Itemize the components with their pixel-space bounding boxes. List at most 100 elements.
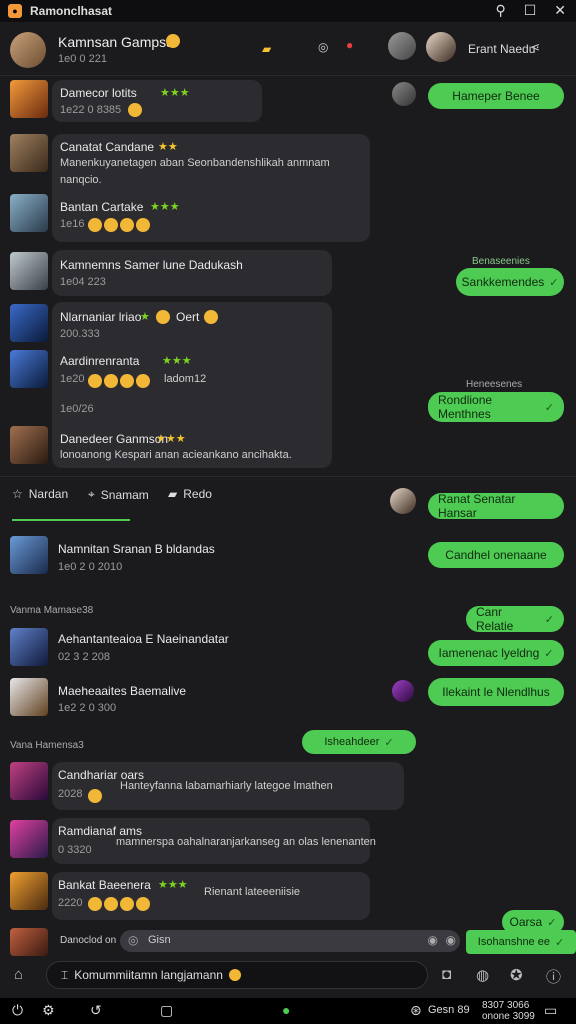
reply-bubble[interactable]: Candhel onenaane bbox=[428, 542, 564, 568]
camera-icon[interactable]: ◘ bbox=[442, 966, 451, 983]
message-text: Manenkuyanetagen aban Seonbandenshlikah … bbox=[60, 157, 330, 169]
sender-avatar[interactable] bbox=[10, 628, 48, 666]
sender-avatar[interactable] bbox=[10, 252, 48, 290]
reply-avatar[interactable] bbox=[392, 680, 414, 702]
message-composer[interactable]: ⌶ Komummiitamn langjamann bbox=[46, 961, 428, 989]
pin-icon[interactable]: ⚲ bbox=[495, 2, 505, 19]
reply-bubble[interactable]: Ranat Senatar Hansar bbox=[428, 492, 564, 520]
mic-icon[interactable]: ◉ bbox=[446, 933, 456, 947]
reply-bubble[interactable]: Sankkemendes ✓ bbox=[456, 268, 564, 296]
reply-bubble[interactable]: Isheahdeer ✓ bbox=[302, 730, 416, 754]
tab-snamam[interactable]: ⌖ Snamam bbox=[88, 487, 149, 502]
wifi-icon: ⊛ bbox=[410, 1002, 422, 1018]
reply-avatar[interactable] bbox=[390, 488, 416, 514]
section-label: Vana Hamensa3 bbox=[10, 740, 84, 751]
close-icon[interactable]: ✕ bbox=[554, 2, 566, 19]
star-icon: ★ bbox=[140, 311, 150, 323]
power-icon[interactable]: ⏻ bbox=[12, 1002, 23, 1019]
sender-avatar[interactable] bbox=[10, 194, 48, 232]
emoji-icon bbox=[166, 34, 180, 48]
composer-text: Komummiitamn langjamann bbox=[74, 968, 223, 982]
attach-icon[interactable]: ◉ bbox=[428, 933, 438, 947]
star-icon[interactable]: ✪ bbox=[510, 966, 523, 984]
emoji-row bbox=[88, 895, 152, 913]
sender-avatar[interactable] bbox=[10, 304, 48, 342]
reply-bubble[interactable]: Hameper Benee bbox=[428, 83, 564, 109]
check-icon: ✓ bbox=[549, 276, 559, 289]
message-text: Rienant lateeeniisie bbox=[204, 886, 301, 898]
sender-name: Aehantanteaioa E Naeinandatar bbox=[58, 632, 229, 646]
peer-avatar-2[interactable] bbox=[426, 32, 456, 62]
reply-avatar[interactable] bbox=[392, 82, 416, 106]
window-title: Ramonclhasat bbox=[30, 4, 113, 18]
notification-icon[interactable]: ● bbox=[346, 38, 353, 52]
sender-avatar[interactable] bbox=[10, 678, 48, 716]
info-icon[interactable]: ⓘ bbox=[546, 966, 561, 987]
sender-avatar[interactable] bbox=[10, 426, 48, 464]
reply-text: Sankkemendes bbox=[461, 275, 545, 289]
app-icon: ● bbox=[8, 4, 22, 18]
reply-text: Ilekaint le Nlendlhus bbox=[442, 685, 550, 699]
sender-avatar[interactable] bbox=[10, 350, 48, 388]
peer-avatar-1[interactable] bbox=[388, 32, 416, 60]
emoji-icon bbox=[228, 969, 241, 981]
sender-avatar[interactable] bbox=[10, 134, 48, 172]
star-icon: ★★★ bbox=[150, 201, 180, 213]
chat-header: Kamnsan Gampsar 1e0 0 221 ▰ ◎ ● Erant Na… bbox=[0, 22, 576, 76]
reply-bubble[interactable]: Ilekaint le Nlendlhus bbox=[428, 678, 564, 706]
star-icon: ★★★ bbox=[160, 87, 190, 99]
message-text: mamnerspa oahalnaranjarkanseg an olas le… bbox=[116, 836, 376, 848]
back-icon[interactable]: ↺ bbox=[90, 1002, 102, 1019]
share-icon[interactable]: ⋖ bbox=[530, 40, 540, 54]
message-bubble[interactable] bbox=[52, 250, 332, 296]
message-meta: 2028 bbox=[58, 788, 83, 800]
square-icon[interactable]: ▢ bbox=[160, 1002, 173, 1019]
sender-tag: Oert bbox=[176, 310, 200, 324]
tab-nardan[interactable]: ☆ Nardan bbox=[12, 487, 68, 501]
system-taskbar: ⏻ ⚙ ↺ ▢ ● ⊛ Gesn 89 8307 3066 onone 3099… bbox=[0, 998, 576, 1024]
star-icon: ★★★ bbox=[156, 433, 186, 445]
reply-text: Canr Relatie bbox=[476, 605, 514, 633]
reply-bubble[interactable]: Iamenenac lyeldng ✓ bbox=[428, 640, 564, 666]
section-label: Vanma Mamase38 bbox=[10, 605, 94, 616]
sender-name: Bankat Baeenera bbox=[58, 878, 151, 892]
message-meta: 0 3320 bbox=[58, 844, 92, 856]
check-icon: ✓ bbox=[544, 647, 554, 660]
app-icon[interactable]: ● bbox=[282, 1002, 290, 1018]
tablet-icon[interactable]: ▭ bbox=[544, 1002, 557, 1019]
sender-avatar[interactable] bbox=[10, 820, 48, 858]
maximize-icon[interactable]: ☐ bbox=[524, 2, 537, 19]
reply-input-row: Danoclod on ◎ Gisn ◉ ◉ Isohanshne ee ✓ bbox=[0, 926, 576, 956]
home-icon[interactable]: ⌂ bbox=[14, 966, 23, 983]
message-meta: 1e16 bbox=[60, 218, 85, 230]
title-bar: ● Ramonclhasat ⚲ ☐ ✕ bbox=[0, 0, 576, 22]
peer-name: Erant Naedu bbox=[468, 42, 536, 56]
sender-avatar[interactable] bbox=[10, 928, 48, 956]
star-icon: ★★ bbox=[158, 141, 178, 153]
camera-icon[interactable]: ◎ bbox=[318, 40, 328, 54]
sender-avatar[interactable] bbox=[10, 80, 48, 118]
sender-avatar[interactable] bbox=[10, 872, 48, 910]
notification-icon[interactable]: ◍ bbox=[476, 966, 489, 984]
message-text: lonoanong Kespari anan acieankano anciha… bbox=[60, 449, 292, 461]
contact-avatar[interactable] bbox=[10, 32, 46, 68]
message-meta: 200.333 bbox=[60, 328, 100, 340]
sender-avatar[interactable] bbox=[10, 536, 48, 574]
reply-label: Heneesenes bbox=[466, 379, 523, 390]
reply-bubble[interactable]: Rondlione Menthnes ✓ bbox=[428, 392, 564, 422]
reply-bubble[interactable]: Canr Relatie ✓ bbox=[466, 605, 564, 633]
reply-label: Benaseenies bbox=[472, 256, 530, 267]
tab-indicator bbox=[12, 519, 130, 521]
emoji-icon bbox=[156, 310, 170, 324]
sender-avatar[interactable] bbox=[10, 762, 48, 800]
gift-icon[interactable]: ▰ bbox=[262, 42, 271, 56]
tab-redo[interactable]: ▰ Redo bbox=[168, 487, 212, 501]
check-icon: ✓ bbox=[544, 401, 554, 414]
reply-bubble[interactable]: Isohanshne ee ✓ bbox=[466, 930, 576, 954]
tab-label: Redo bbox=[183, 487, 212, 501]
search-input[interactable]: ◎ Gisn ◉ ◉ bbox=[120, 930, 460, 952]
sender-name: Danedeer Ganmson bbox=[60, 432, 169, 446]
settings-icon[interactable]: ⚙ bbox=[42, 1002, 55, 1019]
sender-name: Maeheaaites Baemalive bbox=[58, 684, 187, 698]
chat-icon: ▰ bbox=[168, 487, 178, 501]
